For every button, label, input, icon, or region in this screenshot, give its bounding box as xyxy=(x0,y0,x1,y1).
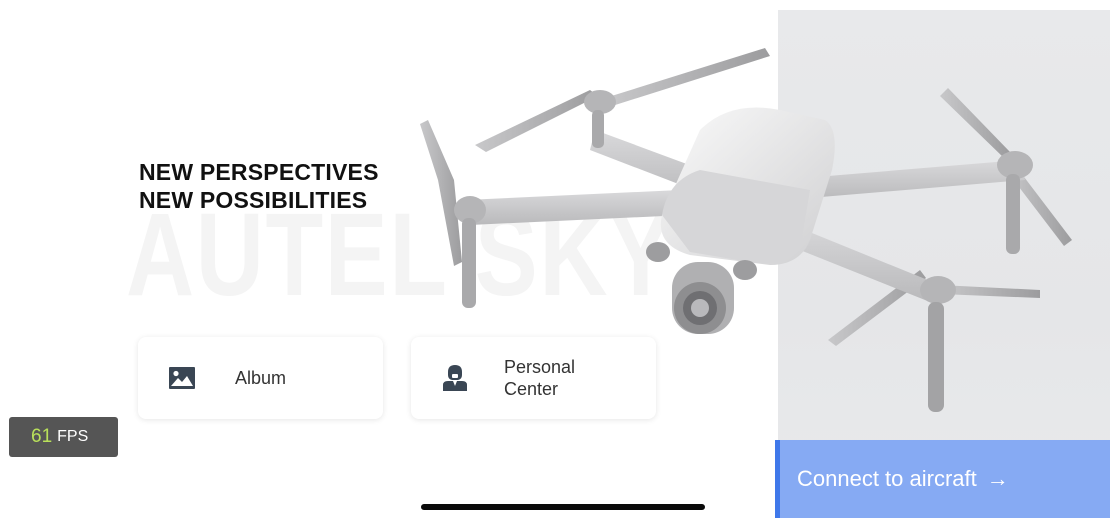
headline-line-2: NEW POSSIBILITIES xyxy=(139,187,368,213)
home-indicator[interactable] xyxy=(421,504,705,510)
headline-line-1: NEW PERSPECTIVES xyxy=(139,159,379,185)
arrow-right-icon: → xyxy=(986,466,1009,491)
personal-center-button[interactable]: Personal Center xyxy=(411,337,656,419)
album-label: Album xyxy=(235,368,287,388)
personal-center-label: Personal Center xyxy=(504,357,576,399)
user-icon xyxy=(442,365,468,391)
connect-to-aircraft-button[interactable]: Connect to aircraft → xyxy=(775,440,1110,518)
fps-counter: 61 FPS xyxy=(9,417,118,457)
fps-unit: FPS xyxy=(57,428,89,445)
connect-label: Connect to aircraft xyxy=(797,466,977,491)
headline: NEW PERSPECTIVES NEW POSSIBILITIES xyxy=(139,158,379,214)
home-screen: AUTEL SKY NEW PERSPECTIVES NEW POSSIBILI… xyxy=(0,0,1110,518)
album-button[interactable]: Album xyxy=(138,337,383,419)
fps-value: 61 xyxy=(31,426,53,447)
image-icon xyxy=(169,365,195,391)
